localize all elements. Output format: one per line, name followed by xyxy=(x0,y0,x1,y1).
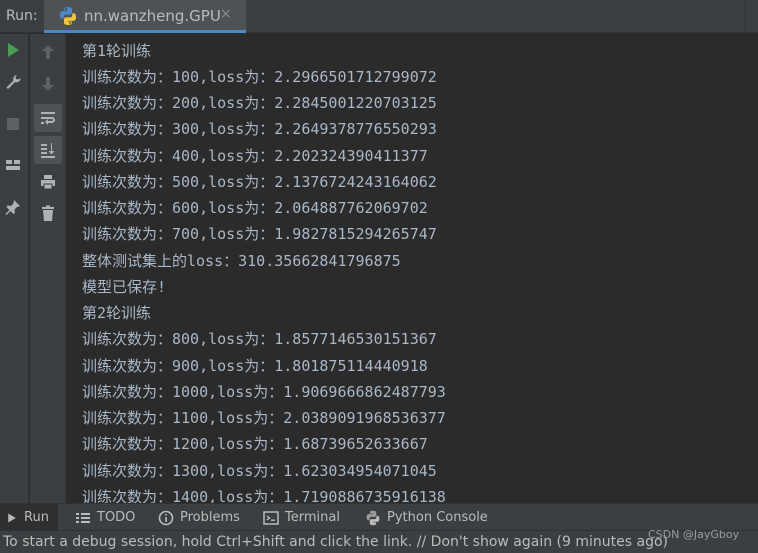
console-line: 训练次数为：1400,loss为：1.7190886735916138 xyxy=(82,488,446,503)
print-button[interactable] xyxy=(36,170,60,194)
tab-problems-label: Problems xyxy=(180,510,240,525)
tab-terminal[interactable]: Terminal xyxy=(263,504,340,531)
modify-config-button[interactable] xyxy=(1,70,25,94)
console-line: 训练次数为：300,loss为：2.2649378776550293 xyxy=(82,120,437,138)
print-icon xyxy=(41,175,55,190)
play-icon xyxy=(8,43,19,57)
restore-layout-button[interactable] xyxy=(1,153,25,177)
console-line: 训练次数为：1300,loss为：1.623034954071045 xyxy=(82,462,437,480)
info-icon xyxy=(158,510,174,525)
up-button[interactable] xyxy=(36,40,60,64)
console-line: 训练次数为：1000,loss为：1.9069666862487793 xyxy=(82,383,446,401)
python-icon xyxy=(366,510,380,525)
console-output[interactable]: 第1轮训练 训练次数为：100,loss为：2.2966501712799072… xyxy=(67,34,758,503)
stop-button[interactable] xyxy=(1,112,25,136)
divider xyxy=(745,0,746,33)
console-line: 第1轮训练 xyxy=(82,42,152,60)
console-line: 训练次数为：1200,loss为：1.68739652633667 xyxy=(82,435,428,453)
soft-wrap-button[interactable] xyxy=(34,104,62,132)
console-line: 模型已保存! xyxy=(82,278,167,296)
console-line: 第2轮训练 xyxy=(82,304,152,322)
tab-terminal-label: Terminal xyxy=(285,510,340,525)
console-line: 训练次数为：200,loss为：2.2845001220703125 xyxy=(82,94,437,112)
console-line: 训练次数为：1100,loss为：2.0389091968536377 xyxy=(82,409,446,427)
arrow-up-icon xyxy=(42,45,54,59)
rerun-button[interactable] xyxy=(1,38,25,62)
play-icon xyxy=(8,513,16,522)
pin-tab-button[interactable] xyxy=(1,195,25,219)
tab-python-console-label: Python Console xyxy=(387,510,488,525)
stop-icon xyxy=(7,118,19,130)
soft-wrap-icon xyxy=(41,112,55,125)
list-icon xyxy=(76,512,90,523)
console-line: 训练次数为：400,loss为：2.202324390411377 xyxy=(82,147,428,165)
run-toolbar: Run: nn.wanzheng.GPU × xyxy=(0,0,758,33)
scroll-to-end-icon xyxy=(41,143,55,158)
python-icon xyxy=(60,7,76,25)
run-actions-toolbar xyxy=(0,34,29,503)
tab-run[interactable]: Run xyxy=(0,504,58,531)
pin-icon xyxy=(5,200,20,215)
close-tab-icon[interactable]: × xyxy=(220,6,232,22)
console-line: 训练次数为：900,loss为：1.801875114440918 xyxy=(82,357,428,375)
arrow-down-icon xyxy=(42,77,54,91)
run-config-title: nn.wanzheng.GPU xyxy=(84,7,221,25)
scroll-to-end-button[interactable] xyxy=(34,136,62,164)
layout-icon xyxy=(6,160,20,170)
clear-all-button[interactable] xyxy=(36,201,60,225)
status-bar: To start a debug session, hold Ctrl+Shif… xyxy=(0,530,758,553)
terminal-icon xyxy=(263,510,279,525)
tab-todo-label: TODO xyxy=(97,510,136,525)
console-line: 训练次数为：700,loss为：1.9827815294265747 xyxy=(82,225,437,243)
run-config-tab[interactable]: nn.wanzheng.GPU × xyxy=(44,0,246,33)
console-line: 训练次数为：800,loss为：1.8577146530151367 xyxy=(82,330,437,348)
console-line: 训练次数为：600,loss为：2.064887762069702 xyxy=(82,199,428,217)
console-line: 训练次数为：500,loss为：2.1376724243164062 xyxy=(82,173,437,191)
trash-icon xyxy=(42,205,54,221)
tool-window-bar: Run TODO Problems Terminal Python Consol… xyxy=(0,503,758,531)
status-message[interactable]: To start a debug session, hold Ctrl+Shif… xyxy=(3,534,668,550)
run-label: Run: xyxy=(6,8,38,24)
console-line: 整体测试集上的loss：310.35662841796875 xyxy=(82,252,401,270)
watermark: CSDN @JayGboy xyxy=(648,528,740,541)
tab-run-label: Run xyxy=(24,510,49,525)
tab-problems[interactable]: Problems xyxy=(158,504,240,531)
wrench-icon xyxy=(6,75,21,89)
down-button[interactable] xyxy=(36,72,60,96)
tab-python-console[interactable]: Python Console xyxy=(365,504,488,531)
console-line: 训练次数为：100,loss为：2.2966501712799072 xyxy=(82,68,437,86)
console-toolbar xyxy=(30,34,66,503)
tab-todo[interactable]: TODO xyxy=(75,504,135,531)
